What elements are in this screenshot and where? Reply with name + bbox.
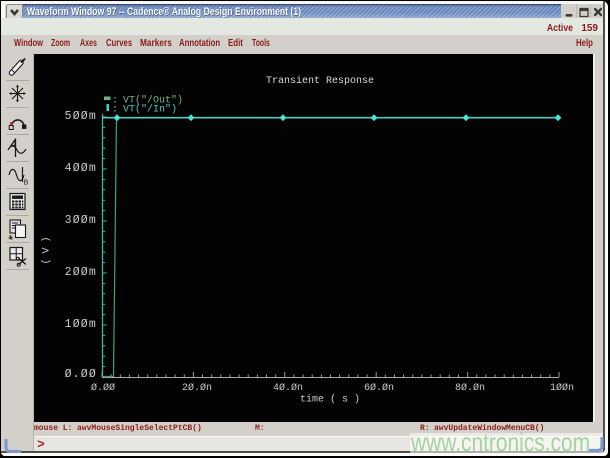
svg-text:Transient Response: Transient Response	[266, 75, 374, 87]
svg-text:Ø.ØØ: Ø.ØØ	[91, 382, 115, 394]
svg-text:2Ø.Øn: 2Ø.Øn	[182, 382, 212, 394]
svg-text:1ØØm: 1ØØm	[65, 318, 97, 331]
svg-text:time ( s ): time ( s )	[300, 394, 360, 406]
svg-text:4ØØm: 4ØØm	[65, 162, 97, 175]
svg-text:4Ø.Øn: 4Ø.Øn	[273, 382, 303, 394]
svg-text:B: B	[24, 180, 29, 187]
svg-text::: :	[112, 105, 118, 116]
svg-text:1ØØn: 1ØØn	[550, 382, 574, 394]
svg-text:8Ø.Øn: 8Ø.Øn	[455, 382, 485, 394]
svg-text:(V): (V)	[41, 231, 53, 264]
svg-text:Ø.ØØ: Ø.ØØ	[65, 368, 97, 381]
svg-text:3ØØm: 3ØØm	[65, 214, 97, 227]
svg-text:VT("/In"): VT("/In")	[123, 104, 177, 116]
svg-text:2ØØm: 2ØØm	[65, 266, 97, 279]
svg-text:6Ø.Øn: 6Ø.Øn	[364, 382, 394, 394]
svg-text:5ØØm: 5ØØm	[65, 110, 97, 123]
